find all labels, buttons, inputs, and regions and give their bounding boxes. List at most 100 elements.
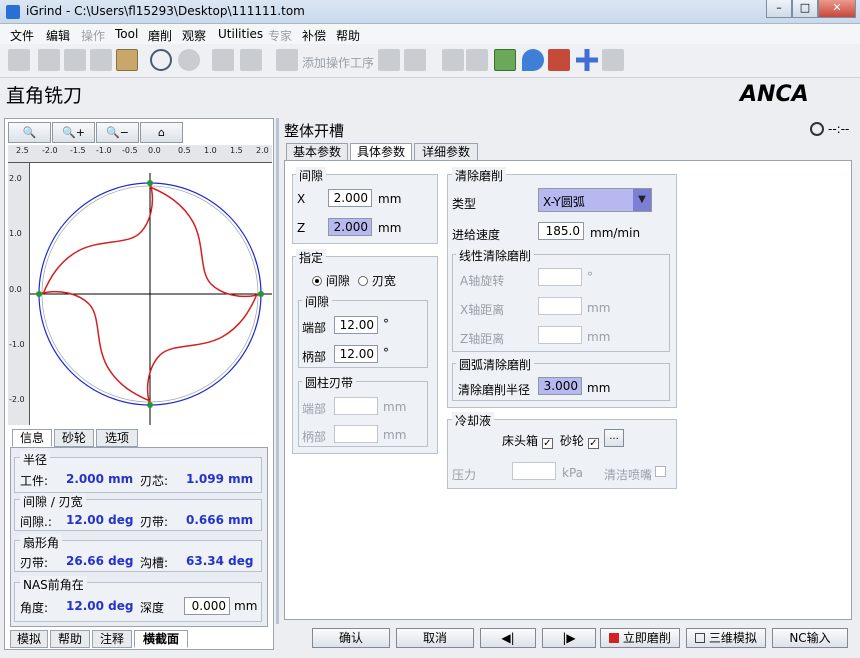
headstock-checkbox[interactable]: 床头箱 ✓ (502, 432, 553, 449)
land-end-input[interactable] (334, 397, 378, 415)
tab-simulate[interactable]: 模拟 (10, 630, 48, 648)
hand-icon[interactable] (116, 49, 138, 71)
ok-button[interactable]: 确认 (312, 628, 390, 648)
prev-button[interactable]: ◀| (480, 628, 536, 648)
menu-tool[interactable]: Tool (115, 27, 138, 41)
close-button[interactable]: ✕ (818, 0, 856, 18)
work-label: 工件: (20, 474, 49, 488)
menu-file[interactable]: 文件 (10, 27, 34, 44)
menu-expert[interactable]: 专家 (268, 27, 292, 44)
maximize-button[interactable]: □ (792, 0, 818, 18)
chevron-down-icon[interactable]: ▼ (633, 189, 651, 211)
tab-specific-params[interactable]: 具体参数 (350, 143, 412, 161)
open-icon[interactable] (38, 49, 60, 71)
nas-depth-input[interactable]: 0.000 (184, 597, 230, 615)
coolant-more-button[interactable]: ... (604, 429, 624, 447)
menu-edit[interactable]: 编辑 (46, 27, 70, 44)
feed-label: 进给速度 (452, 228, 501, 242)
radio-gap-label: 间隙 (325, 274, 350, 288)
grid-icon[interactable] (378, 49, 400, 71)
tab-wheel[interactable]: 砂轮 (54, 429, 94, 447)
zoom-in-button[interactable]: 🔍+ (52, 122, 95, 143)
zoom-fit-button[interactable]: 🔍 (8, 122, 51, 143)
section-title: 整体开槽 (284, 122, 345, 140)
gear-icon[interactable] (548, 49, 570, 71)
wheel-icon[interactable] (240, 49, 262, 71)
tab-basic-params[interactable]: 基本参数 (286, 143, 348, 161)
pressure-input[interactable] (512, 462, 556, 480)
tab-detail-params[interactable]: 详细参数 (414, 143, 478, 161)
tool-icon[interactable] (212, 49, 234, 71)
ruler-x-label: -2.0 (42, 146, 58, 155)
redo-icon[interactable] (178, 49, 200, 71)
sector-title: 扇形角 (20, 534, 63, 551)
type-select[interactable]: X-Y圆弧 ▼ (538, 188, 652, 212)
zoom-out-button[interactable]: 🔍− (96, 122, 139, 143)
radio-gap[interactable]: 间隙 (312, 272, 350, 289)
x-distance-input[interactable] (538, 297, 582, 315)
save-all-icon[interactable] (90, 49, 112, 71)
tab-options[interactable]: 选项 (96, 429, 138, 447)
app-icon (6, 5, 20, 19)
land-shank-input[interactable] (334, 425, 378, 443)
home-view-button[interactable]: ⌂ (140, 122, 183, 143)
arc-radius-label: 清除磨削半径 (458, 383, 531, 397)
next-button[interactable]: |▶ (542, 628, 596, 648)
tab-help[interactable]: 帮助 (50, 630, 90, 648)
export-icon[interactable] (442, 49, 464, 71)
delete-icon[interactable] (404, 49, 426, 71)
end-gap-input[interactable]: 12.00 (334, 316, 378, 334)
radio-land[interactable]: 刃宽 (358, 272, 396, 289)
menu-operation[interactable]: 操作 (81, 27, 105, 44)
coolant-title: 冷却液 (452, 412, 495, 429)
ruler-x-label: -1.5 (70, 146, 86, 155)
grind-now-label: 立即磨削 (622, 631, 671, 645)
ruler-y-label: -2.0 (9, 395, 25, 404)
arc-radius-input[interactable]: 3.000 (538, 377, 582, 395)
gap-z-input[interactable]: 2.000 (328, 218, 372, 236)
tab-cross-section[interactable]: 横截面 (134, 630, 188, 648)
table-icon[interactable] (494, 49, 516, 71)
sector-land-label: 刃带: (20, 556, 49, 570)
grind-now-button[interactable]: 立即磨削 (600, 628, 680, 648)
timer-text: --:-- (828, 122, 850, 136)
menu-view[interactable]: 观察 (182, 27, 206, 44)
z-distance-input[interactable] (538, 326, 582, 344)
sim3d-button[interactable]: 三维模拟 (686, 628, 766, 648)
save-icon[interactable] (64, 49, 86, 71)
tab-notes[interactable]: 注释 (92, 630, 132, 648)
core-value: 1.099 mm (186, 472, 254, 486)
nc-input-button[interactable]: NC输入 (772, 628, 848, 648)
a-rotate-input[interactable] (538, 268, 582, 286)
clean-nozzle-checkbox[interactable] (655, 466, 666, 477)
gap-x-input[interactable]: 2.000 (328, 189, 372, 207)
grind-icon (609, 633, 620, 643)
note-icon[interactable] (602, 49, 624, 71)
land-value: 0.666 mm (186, 513, 254, 527)
plus-icon[interactable] (576, 49, 598, 71)
menu-utilities[interactable]: Utilities (218, 27, 263, 41)
splitter[interactable] (276, 118, 279, 624)
minimize-button[interactable]: – (766, 0, 792, 18)
shank-gap-input[interactable]: 12.00 (334, 345, 378, 363)
menu-help[interactable]: 帮助 (336, 27, 360, 44)
nas-angle-label: 角度: (20, 601, 49, 615)
work-value: 2.000 mm (66, 472, 134, 486)
add-operation-icon[interactable] (276, 49, 298, 71)
menu-grind[interactable]: 磨削 (148, 27, 172, 44)
new-icon[interactable] (8, 49, 30, 71)
wheel-checkbox[interactable]: 砂轮 ✓ (560, 432, 599, 449)
add-operation-label[interactable]: 添加操作工序 (302, 54, 374, 71)
sim3d-icon (695, 633, 706, 643)
cross-section-view[interactable] (30, 163, 272, 425)
ruler-y-label: -1.0 (9, 340, 25, 349)
undo-icon[interactable] (150, 49, 172, 71)
flag-icon[interactable] (466, 49, 488, 71)
feed-input[interactable]: 185.0 (538, 222, 584, 240)
menu-compensation[interactable]: 补偿 (302, 27, 326, 44)
cancel-button[interactable]: 取消 (396, 628, 474, 648)
tab-info[interactable]: 信息 (12, 429, 52, 447)
drop-icon[interactable] (522, 49, 544, 71)
ruler-x-label: 2.5 (16, 146, 29, 155)
z-distance-unit: mm (587, 330, 611, 344)
